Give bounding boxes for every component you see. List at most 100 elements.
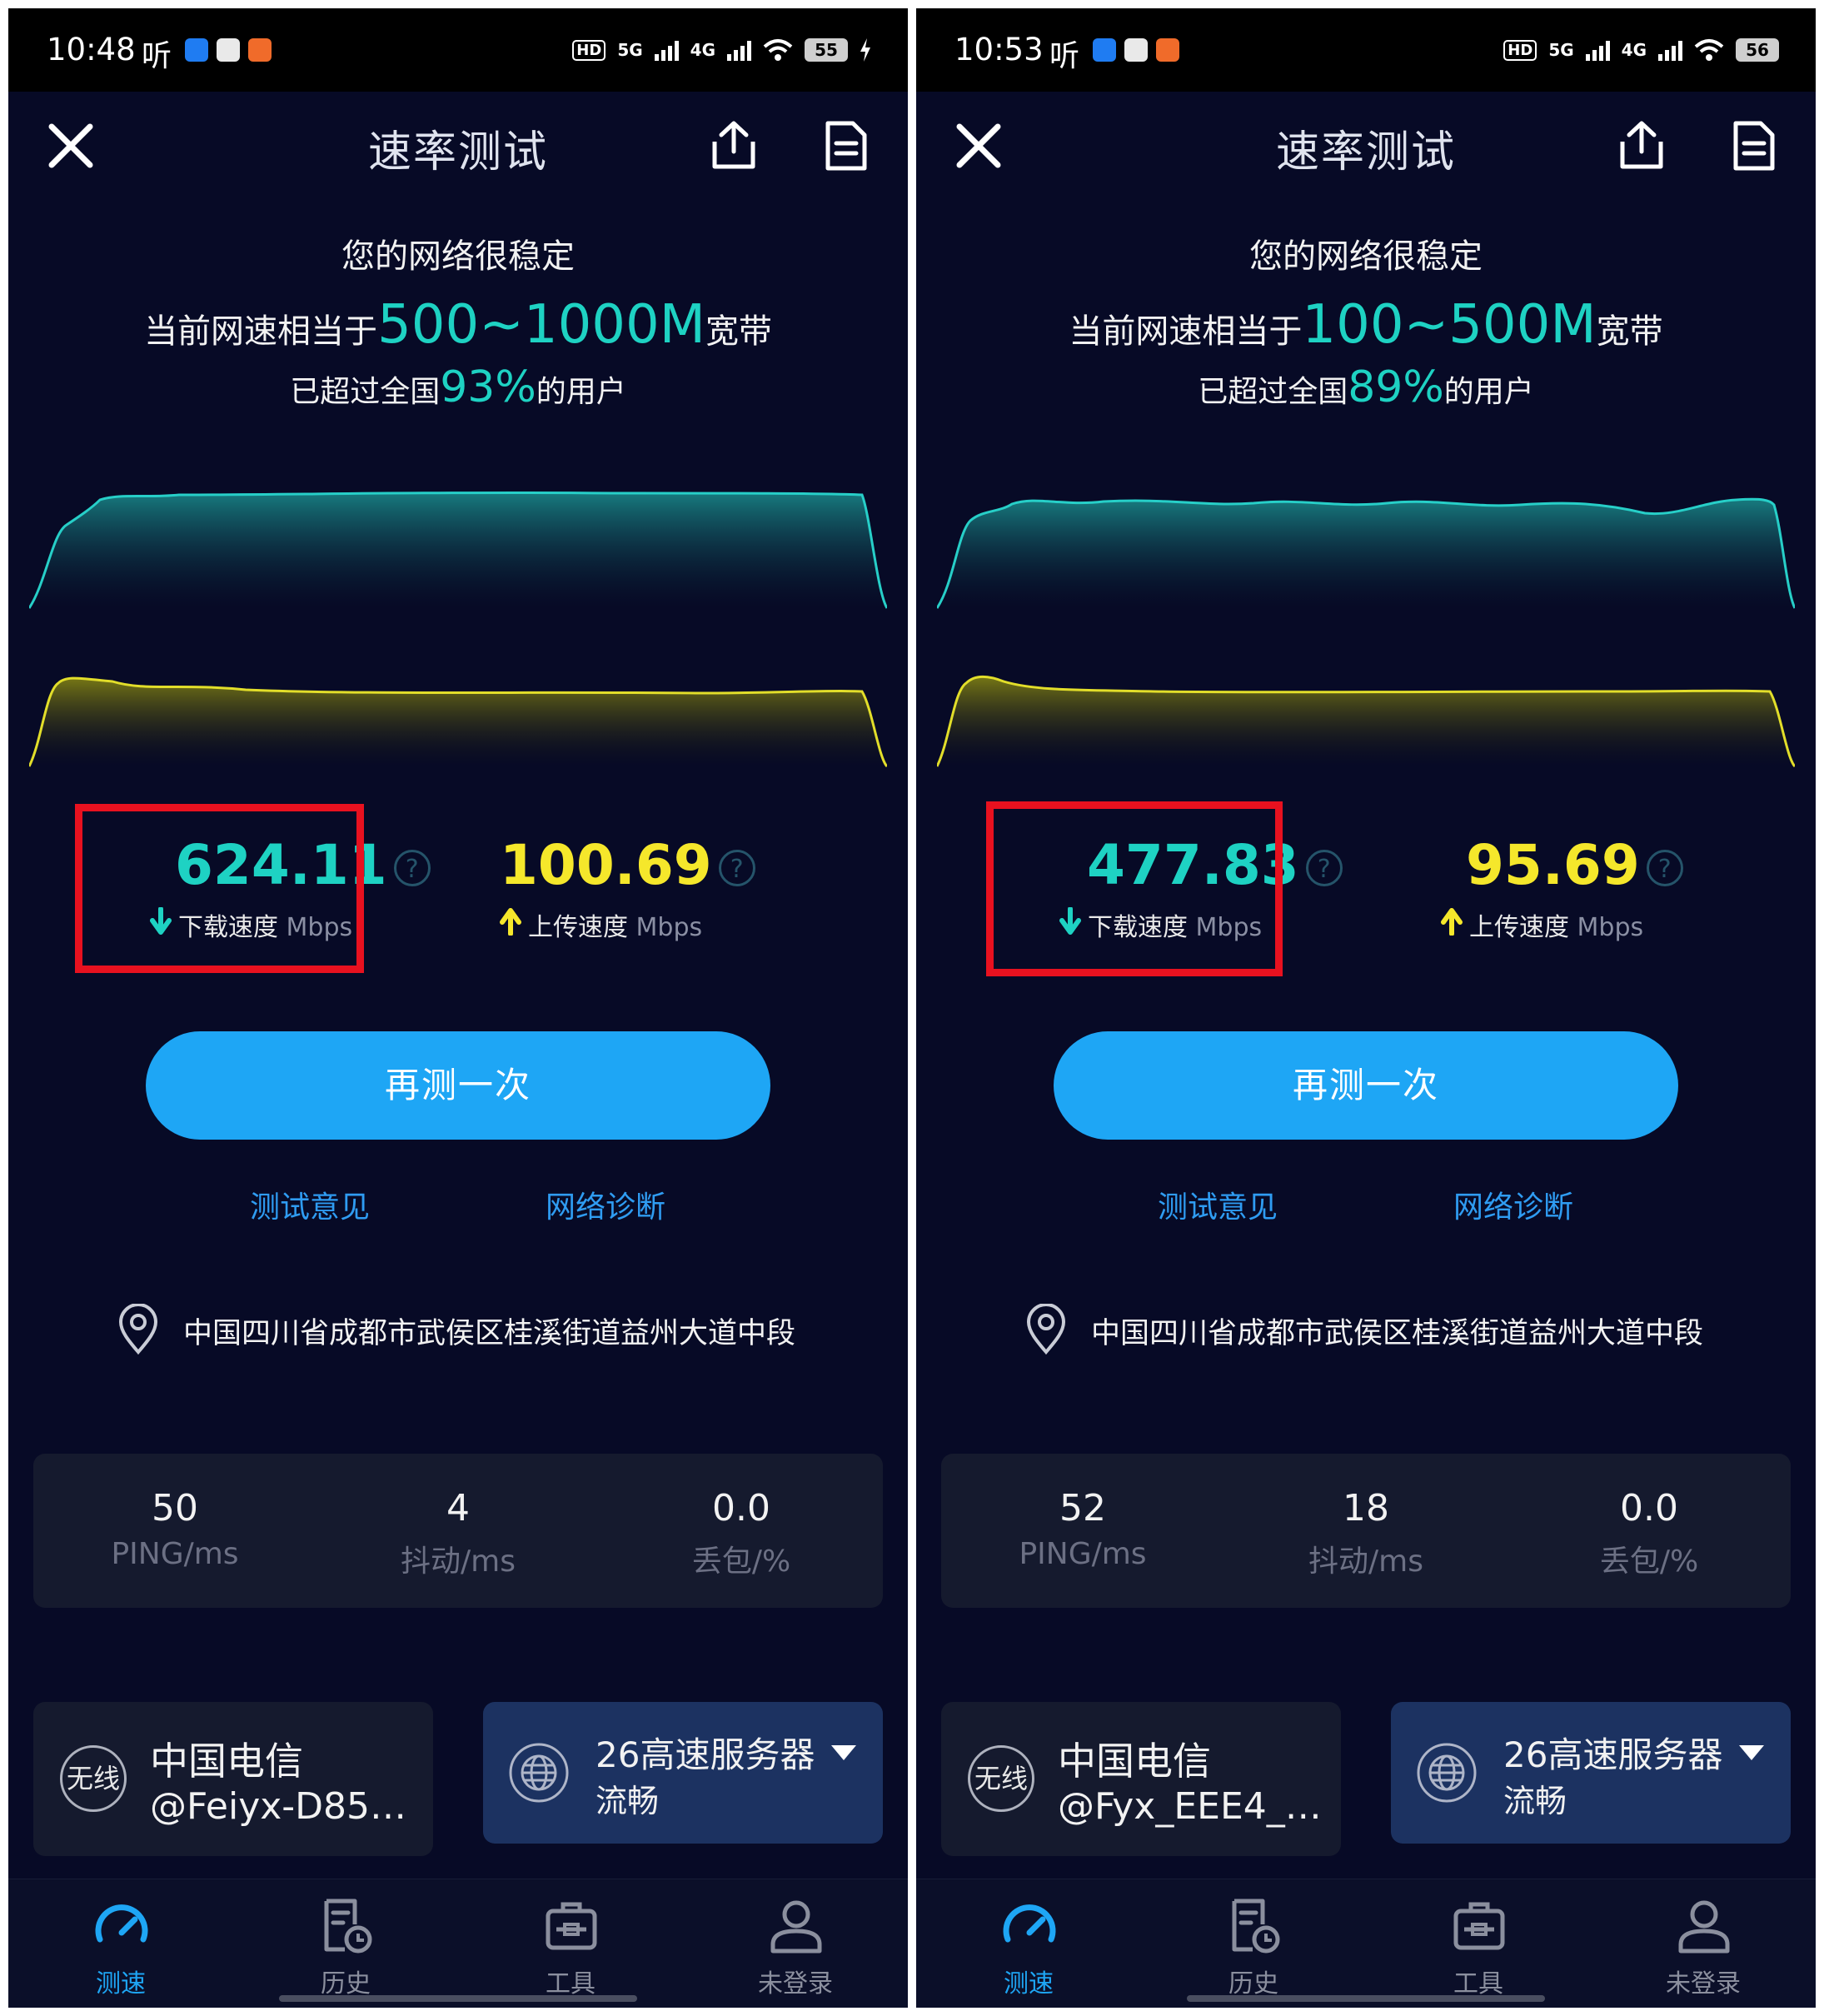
signal-4g-label: 4G [1621, 40, 1647, 60]
tab-history[interactable]: 历史 [233, 1879, 458, 2008]
tab-label: 测速 [96, 1969, 146, 1999]
history-icon [324, 1899, 372, 1954]
retest-button[interactable]: 再测一次 [146, 1031, 770, 1140]
wireless-badge: 无线 [968, 1745, 1034, 1812]
download-speed-graph [29, 491, 887, 609]
home-indicator[interactable] [1187, 1995, 1545, 2002]
report-icon[interactable] [816, 117, 875, 175]
upload-speed-graph [937, 675, 1795, 768]
feedback-link[interactable]: 测试意见 [1158, 1183, 1278, 1226]
ping-label: PING/ms [111, 1537, 239, 1571]
ping-label: PING/ms [1019, 1537, 1147, 1571]
report-icon[interactable] [1724, 117, 1782, 175]
band-prefix: 当前网速相当于 [1069, 312, 1303, 351]
band-prefix: 当前网速相当于 [144, 312, 378, 351]
tab-tools[interactable]: 工具 [458, 1879, 683, 2008]
tab-account[interactable]: 未登录 [683, 1879, 908, 2008]
retest-button[interactable]: 再测一次 [1054, 1031, 1678, 1140]
packet-loss-value: 0.0 [1620, 1487, 1678, 1529]
upload-speed-value: 95.69? [1466, 833, 1683, 897]
packet-loss-metric: 0.0 丢包/% [1508, 1454, 1791, 1608]
share-icon[interactable] [705, 117, 763, 175]
tab-account[interactable]: 未登录 [1591, 1879, 1816, 2008]
home-indicator[interactable] [279, 1995, 637, 2002]
browser-app-icon [185, 38, 208, 62]
store-app-icon [1156, 38, 1179, 62]
metrics-panel: 52 PING/ms 18 抖动/ms 0.0 丢包/% [941, 1454, 1791, 1608]
server-selector[interactable]: 26高速服务器 流畅 [1391, 1702, 1791, 1844]
upload-label-text: 上传速度 [528, 913, 628, 942]
packet-loss-value: 0.0 [712, 1487, 770, 1529]
globe-icon [1417, 1743, 1477, 1803]
speedometer-icon [95, 1904, 148, 1943]
ping-value: 50 [152, 1487, 198, 1529]
status-bar: 10:53 听 HD 5G 4G 56 [916, 8, 1816, 92]
status-time: 10:53 [954, 32, 1044, 67]
chevron-down-icon [1739, 1745, 1764, 1760]
packet-loss-label: 丢包/% [691, 1544, 791, 1579]
server-status: 流畅 [1503, 1783, 1567, 1819]
pct-prefix: 已超过全国 [1198, 375, 1348, 409]
page-title: 速率测试 [367, 127, 548, 177]
upload-arrow-icon [500, 908, 521, 936]
ping-metric: 52 PING/ms [941, 1454, 1224, 1608]
wifi-icon [1694, 39, 1724, 61]
tab-speedtest[interactable]: 测速 [8, 1879, 233, 2008]
browser-app-icon [1093, 38, 1116, 62]
isp-card[interactable]: 无线 中国电信 @Feiyx-D85… [33, 1702, 433, 1856]
tab-label: 未登录 [1666, 1969, 1741, 1999]
toolbox-icon [546, 1902, 597, 1950]
upload-speed-block: 95.69? 上传速度 Mbps [1441, 833, 1816, 958]
user-icon [770, 1900, 822, 1954]
tab-label: 测速 [1004, 1969, 1054, 1999]
diagnose-link[interactable]: 网络诊断 [1453, 1183, 1573, 1226]
highlight-box [75, 804, 364, 973]
feedback-link[interactable]: 测试意见 [250, 1183, 370, 1226]
packet-loss-label: 丢包/% [1599, 1544, 1699, 1579]
ting-app-icon: 听 [1049, 39, 1080, 73]
wifi-icon [763, 39, 793, 61]
location-pin-icon [1026, 1304, 1066, 1355]
upload-value-text: 100.69 [500, 833, 712, 897]
upload-speed-label: 上传速度 Mbps [500, 906, 702, 943]
server-selector[interactable]: 26高速服务器 流畅 [483, 1702, 883, 1844]
globe-icon [509, 1743, 569, 1803]
tab-label: 工具 [1453, 1969, 1503, 1999]
signal-4g-label: 4G [690, 40, 715, 60]
hd-icon: HD [1503, 39, 1537, 61]
isp-card[interactable]: 无线 中国电信 @Fyx_EEE4_… [941, 1702, 1341, 1856]
bandwidth-summary: 当前网速相当于100~500M宽带 [916, 292, 1816, 365]
percentile-summary: 已超过全国93%的用户 [8, 358, 908, 422]
toolbox-icon [1453, 1902, 1505, 1950]
pct-suffix: 的用户 [1443, 375, 1534, 409]
help-icon[interactable]: ? [1305, 850, 1343, 886]
highlight-box [986, 801, 1283, 976]
upload-speed-block: 100.69? 上传速度 Mbps [500, 833, 850, 958]
download-speed-graph [937, 497, 1795, 609]
help-icon[interactable]: ? [393, 850, 431, 886]
tab-label: 历史 [321, 1969, 371, 1999]
history-icon [1232, 1899, 1280, 1954]
tab-history[interactable]: 历史 [1141, 1879, 1366, 2008]
stability-text: 您的网络很稳定 [1249, 237, 1483, 276]
tab-speedtest[interactable]: 测速 [916, 1879, 1141, 2008]
location-text: 中国四川省成都市武侯区桂溪街道益州大道中段 [1091, 1317, 1704, 1350]
band-suffix: 宽带 [705, 312, 772, 351]
percentile-summary: 已超过全国89%的用户 [916, 358, 1816, 422]
tab-tools[interactable]: 工具 [1366, 1879, 1591, 2008]
share-icon[interactable] [1612, 117, 1671, 175]
diagnose-link[interactable]: 网络诊断 [546, 1183, 665, 1226]
charging-icon [860, 38, 870, 62]
signal-5g-label: 5G [1548, 40, 1574, 60]
battery-icon: 55 [805, 38, 848, 62]
server-status: 流畅 [596, 1783, 660, 1819]
help-icon[interactable]: ? [718, 850, 755, 886]
signal-bars-icon [654, 39, 679, 61]
upload-unit: Mbps [1577, 913, 1644, 942]
help-icon[interactable]: ? [1646, 850, 1683, 886]
upload-speed-value: 100.69? [500, 833, 755, 897]
band-value: 500~1000M [377, 294, 705, 356]
tab-label: 未登录 [758, 1969, 833, 1999]
wifi-ssid: @Feiyx-D85… [150, 1785, 407, 1828]
location-text: 中国四川省成都市武侯区桂溪街道益州大道中段 [183, 1317, 796, 1350]
